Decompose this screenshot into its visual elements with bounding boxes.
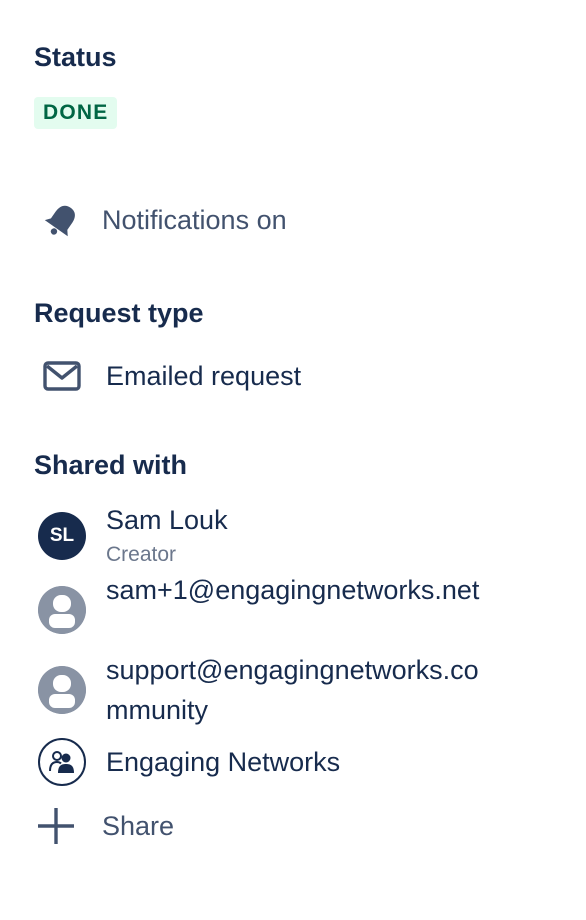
request-type-heading: Request type xyxy=(34,298,204,328)
organization-icon xyxy=(38,738,86,786)
status-badge[interactable]: DONE xyxy=(34,97,118,129)
person-info: support@engagingnetworks.community xyxy=(106,650,488,730)
plus-icon xyxy=(34,798,90,854)
shared-person-row: support@engagingnetworks.community xyxy=(34,650,566,730)
share-label: Share xyxy=(102,810,175,841)
shared-person-row: sam+1@engagingnetworks.net xyxy=(34,570,566,634)
shared-organization-row: Engaging Networks xyxy=(34,738,566,786)
request-type-row: Emailed request xyxy=(34,348,566,404)
notifications-label: Notifications on xyxy=(102,204,287,235)
person-name: Sam Louk xyxy=(106,505,228,535)
avatar: SL xyxy=(38,512,86,560)
shared-person-row: SL Sam Louk Creator xyxy=(34,500,566,570)
organization-name: Engaging Networks xyxy=(106,747,341,777)
bell-icon xyxy=(34,192,90,248)
default-user-icon xyxy=(38,666,86,714)
shared-with-heading: Shared with xyxy=(34,450,188,480)
person-info: Engaging Networks xyxy=(106,742,488,782)
envelope-icon xyxy=(34,348,90,404)
person-info: sam+1@engagingnetworks.net xyxy=(106,570,488,610)
person-email: sam+1@engagingnetworks.net xyxy=(106,575,480,605)
status-heading: Status xyxy=(34,42,117,72)
person-info: Sam Louk Creator xyxy=(106,500,488,570)
request-type-label: Emailed request xyxy=(106,360,302,391)
person-email: support@engagingnetworks.community xyxy=(106,655,479,725)
share-button[interactable]: Share xyxy=(34,798,566,854)
notifications-toggle[interactable]: Notifications on xyxy=(34,192,566,248)
default-user-icon xyxy=(38,586,86,634)
person-role: Creator xyxy=(106,543,177,566)
